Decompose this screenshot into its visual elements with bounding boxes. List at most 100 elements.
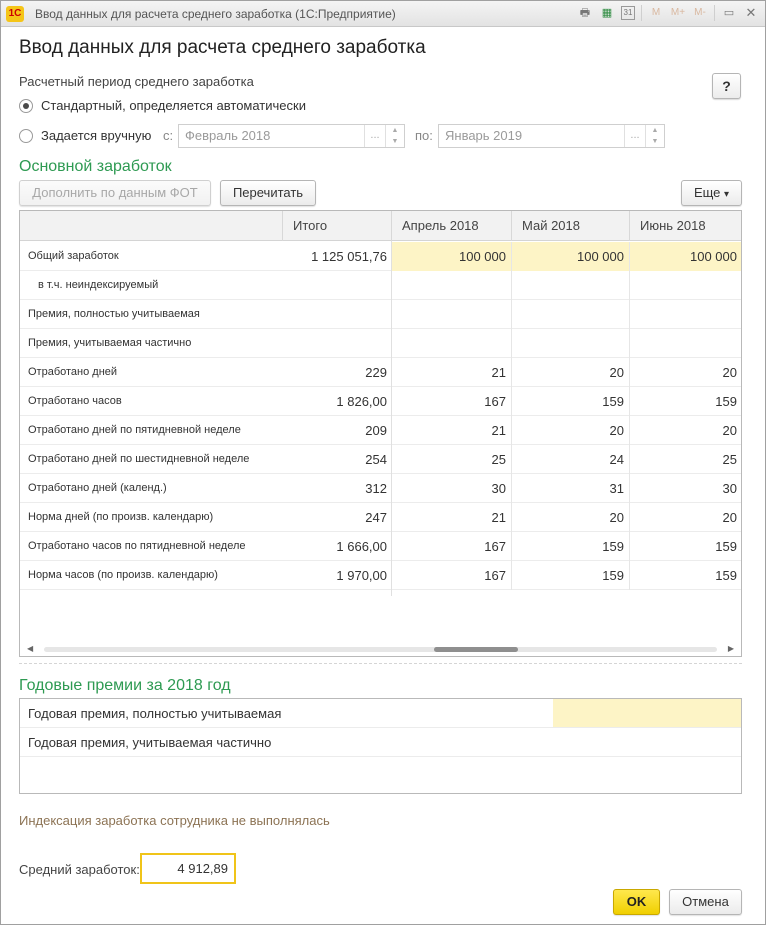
bonus-partial-value[interactable] xyxy=(553,728,741,756)
month-cell[interactable]: 159 xyxy=(512,387,630,416)
month-cell[interactable] xyxy=(630,271,741,300)
table-row[interactable]: в т.ч. неиндексируемый xyxy=(20,271,741,300)
total-cell[interactable] xyxy=(283,300,392,329)
month-cell[interactable]: 100 000 xyxy=(630,242,741,271)
bonuses-table[interactable]: Годовая премия, полностью учитываемая Го… xyxy=(19,698,742,794)
total-cell[interactable]: 209 xyxy=(283,416,392,445)
print-icon[interactable]: 🖶 xyxy=(577,5,593,21)
month-cell[interactable] xyxy=(392,271,512,300)
fill-from-payroll-button[interactable]: Дополнить по данным ФОТ xyxy=(19,180,211,206)
period-to-value[interactable]: Январь 2019 xyxy=(439,125,624,147)
spin-control[interactable]: ▲ ▼ xyxy=(385,125,404,147)
scroll-track[interactable] xyxy=(44,647,717,652)
month-cell[interactable] xyxy=(512,300,630,329)
horizontal-scrollbar[interactable]: ◀ ▶ xyxy=(20,642,741,656)
period-from-value[interactable]: Февраль 2018 xyxy=(179,125,364,147)
calendar-icon[interactable]: 31 xyxy=(621,6,635,20)
month-cell[interactable]: 159 xyxy=(512,561,630,590)
month-cell[interactable]: 20 xyxy=(630,416,741,445)
radio-manual-row[interactable]: Задается вручную xyxy=(19,128,151,143)
total-cell[interactable]: 1 666,00 xyxy=(283,532,392,561)
memory-mplus-icon[interactable]: M+ xyxy=(670,5,686,21)
spin-control[interactable]: ▲ ▼ xyxy=(645,125,664,147)
month-cell[interactable]: 20 xyxy=(630,358,741,387)
month-cell[interactable] xyxy=(512,271,630,300)
table-row[interactable]: Отработано дней 229 21 20 20 xyxy=(20,358,741,387)
spin-up-icon[interactable]: ▲ xyxy=(646,125,664,136)
table-row[interactable]: Премия, учитываемая частично xyxy=(20,329,741,358)
month-cell[interactable]: 30 xyxy=(392,474,512,503)
spin-down-icon[interactable]: ▼ xyxy=(646,136,664,147)
spin-up-icon[interactable]: ▲ xyxy=(386,125,404,136)
close-icon[interactable]: ✕ xyxy=(743,5,759,21)
month-cell[interactable]: 30 xyxy=(630,474,741,503)
month-cell[interactable]: 159 xyxy=(630,561,741,590)
more-button[interactable]: Еще ▾ xyxy=(681,180,742,206)
period-from-field[interactable]: Февраль 2018 ... ▲ ▼ xyxy=(178,124,405,148)
month-cell[interactable] xyxy=(392,300,512,329)
table-row[interactable]: Премия, полностью учитываемая xyxy=(20,300,741,329)
choose-button[interactable]: ... xyxy=(624,125,645,147)
spin-down-icon[interactable]: ▼ xyxy=(386,136,404,147)
month-cell[interactable]: 20 xyxy=(630,503,741,532)
month-cell[interactable]: 167 xyxy=(392,532,512,561)
month-cell[interactable] xyxy=(630,329,741,358)
radio-manual[interactable] xyxy=(19,128,33,143)
grid-header-total[interactable]: Итого xyxy=(283,211,392,241)
month-cell[interactable]: 20 xyxy=(512,358,630,387)
total-cell[interactable]: 312 xyxy=(283,474,392,503)
minimize-icon[interactable]: ▭ xyxy=(721,5,737,21)
month-cell[interactable]: 20 xyxy=(512,503,630,532)
radio-auto[interactable] xyxy=(19,98,33,113)
period-to-field[interactable]: Январь 2019 ... ▲ ▼ xyxy=(438,124,665,148)
radio-auto-row[interactable]: Стандартный, определяется автоматически xyxy=(19,98,306,113)
scroll-thumb[interactable] xyxy=(434,647,518,652)
month-cell[interactable]: 100 000 xyxy=(512,242,630,271)
ok-button[interactable]: OK xyxy=(613,889,660,915)
month-cell[interactable]: 167 xyxy=(392,387,512,416)
month-cell[interactable]: 25 xyxy=(630,445,741,474)
calculator-icon[interactable]: ▦ xyxy=(599,5,615,21)
month-cell[interactable]: 159 xyxy=(630,387,741,416)
month-cell[interactable]: 100 000 xyxy=(392,242,512,271)
month-cell[interactable]: 159 xyxy=(512,532,630,561)
table-row[interactable]: Отработано дней (календ.) 312 30 31 30 xyxy=(20,474,741,503)
reread-button[interactable]: Перечитать xyxy=(220,180,316,206)
grid-header-month[interactable]: Май 2018 xyxy=(512,211,630,241)
table-row[interactable]: Норма дней (по произв. календарю) 247 21 20… xyxy=(20,503,741,532)
scroll-left-icon[interactable]: ◀ xyxy=(27,642,33,656)
table-row[interactable]: Отработано часов по пятидневной неделе 1 … xyxy=(20,532,741,561)
month-cell[interactable] xyxy=(392,329,512,358)
grid-header-month[interactable]: Июнь 2018 xyxy=(630,211,741,241)
total-cell[interactable] xyxy=(283,329,392,358)
scroll-right-icon[interactable]: ▶ xyxy=(728,642,734,656)
month-cell[interactable]: 20 xyxy=(512,416,630,445)
month-cell[interactable]: 167 xyxy=(392,561,512,590)
table-row[interactable]: Общий заработок 1 125 051,76 100 000 100 00… xyxy=(20,242,741,271)
total-cell[interactable]: 254 xyxy=(283,445,392,474)
month-cell[interactable] xyxy=(630,300,741,329)
memory-mminus-icon[interactable]: M- xyxy=(692,5,708,21)
help-button[interactable]: ? xyxy=(712,73,741,99)
month-cell[interactable]: 21 xyxy=(392,503,512,532)
month-cell[interactable]: 21 xyxy=(392,358,512,387)
total-cell[interactable]: 1 826,00 xyxy=(283,387,392,416)
total-cell[interactable]: 229 xyxy=(283,358,392,387)
month-cell[interactable]: 25 xyxy=(392,445,512,474)
table-row[interactable]: Годовая премия, учитываемая частично xyxy=(20,728,741,757)
table-row[interactable]: Годовая премия, полностью учитываемая xyxy=(20,699,741,728)
month-cell[interactable]: 31 xyxy=(512,474,630,503)
month-cell[interactable]: 24 xyxy=(512,445,630,474)
table-row[interactable]: Отработано дней по пятидневной неделе 209… xyxy=(20,416,741,445)
total-cell[interactable]: 247 xyxy=(283,503,392,532)
average-earnings-field[interactable]: 4 912,89 xyxy=(140,853,236,884)
grid-header-month[interactable]: Апрель 2018 xyxy=(392,211,512,241)
table-row[interactable]: Отработано дней по шестидневной неделе 25… xyxy=(20,445,741,474)
total-cell[interactable] xyxy=(283,271,392,300)
choose-button[interactable]: ... xyxy=(364,125,385,147)
memory-m-icon[interactable]: M xyxy=(648,5,664,21)
table-row[interactable]: Норма часов (по произв. календарю) 1 970,… xyxy=(20,561,741,590)
total-cell[interactable]: 1 970,00 xyxy=(283,561,392,590)
month-cell[interactable]: 159 xyxy=(630,532,741,561)
earnings-grid[interactable]: Итого Апрель 2018 Май 2018 Июнь 2018 Общ… xyxy=(19,210,742,657)
